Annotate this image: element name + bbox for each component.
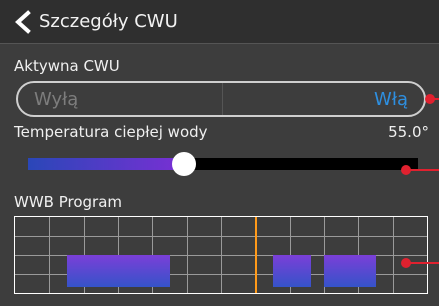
temperature-label: Temperatura ciepłej wody bbox=[14, 123, 208, 141]
marker-line bbox=[410, 169, 439, 171]
active-label: Aktywna CWU bbox=[14, 57, 120, 75]
toggle-option-on[interactable]: Włą bbox=[223, 83, 424, 115]
temperature-slider[interactable] bbox=[28, 152, 418, 176]
temperature-value: 55.0° bbox=[388, 123, 429, 141]
active-toggle[interactable]: Wyłą Włą bbox=[16, 81, 426, 117]
indicator-dot bbox=[401, 258, 411, 268]
current-time-line bbox=[255, 217, 258, 293]
marker-line bbox=[408, 262, 439, 264]
indicator-dot bbox=[425, 94, 435, 104]
slider-thumb[interactable] bbox=[172, 152, 196, 176]
program-block[interactable] bbox=[324, 255, 376, 287]
top-bar: Szczegóły CWU bbox=[0, 0, 439, 44]
program-grid[interactable] bbox=[14, 216, 428, 294]
program-block[interactable] bbox=[66, 255, 170, 287]
toggle-option-off[interactable]: Wyłą bbox=[18, 83, 223, 115]
chevron-left-icon[interactable] bbox=[12, 10, 32, 34]
program-label: WWB Program bbox=[14, 193, 123, 211]
grid-line bbox=[15, 236, 427, 237]
program-block[interactable] bbox=[272, 255, 312, 287]
slider-fill bbox=[28, 158, 184, 170]
page-title: Szczegóły CWU bbox=[39, 11, 178, 32]
indicator-dot bbox=[401, 165, 411, 175]
